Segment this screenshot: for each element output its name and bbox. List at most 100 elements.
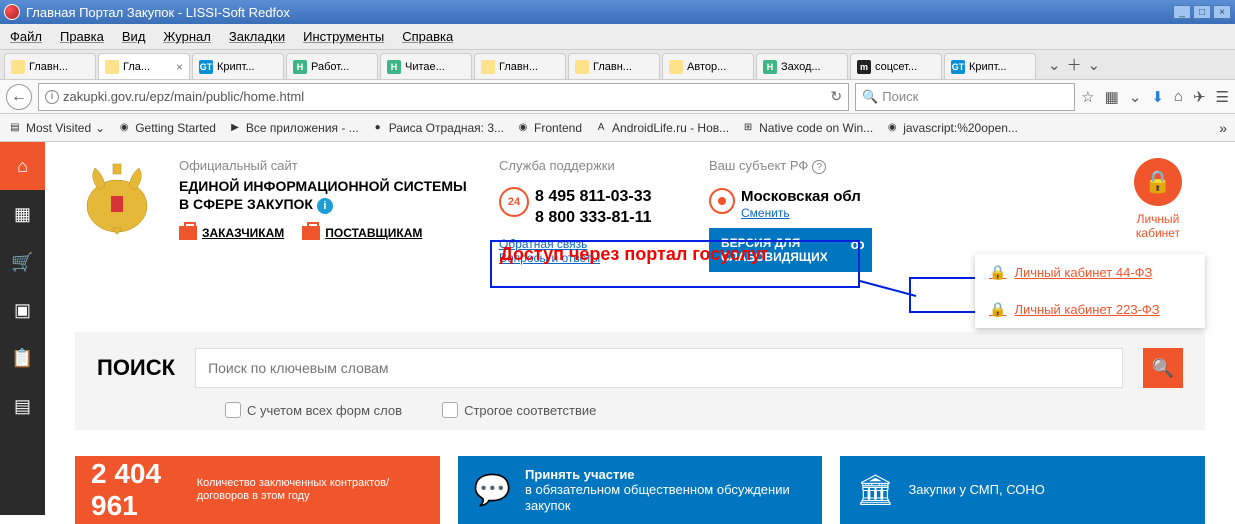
promo-contracts[interactable]: 2 404 961 Количество заключенных контрак…	[75, 456, 440, 524]
tab-list-dropdown-icon[interactable]: ⌄	[1048, 53, 1061, 79]
browser-tab[interactable]: HЗаход...	[756, 53, 848, 79]
lock-icon: 🔒	[989, 301, 1006, 318]
discussion-text: Принять участиев обязательном общественн…	[525, 467, 806, 514]
menu-edit[interactable]: Правка	[60, 29, 104, 44]
help-icon[interactable]: ?	[812, 160, 826, 174]
search-bar[interactable]: 🔍 Поиск	[855, 83, 1075, 111]
new-tab-button[interactable]: ＋	[1067, 53, 1082, 79]
browser-tab[interactable]: HЧитае...	[380, 53, 472, 79]
sidebar-cart[interactable]: 🛒	[0, 238, 45, 286]
checkbox-icon	[442, 402, 458, 418]
bookmark-item[interactable]: ◉Frontend	[516, 121, 582, 135]
sidebar-book[interactable]: ▣	[0, 286, 45, 334]
pocket-icon[interactable]: ⌄	[1129, 88, 1142, 106]
bookmark-item[interactable]: ▤Most Visited ⌄	[8, 121, 105, 135]
page-content: Официальный сайт ЕДИНОЙ ИНФОРМАЦИОННОЙ С…	[45, 142, 1235, 515]
tab-label: Заход...	[781, 61, 841, 73]
sidebar: ⌂ ▦ 🛒 ▣ 📋 ▤	[0, 142, 45, 515]
reload-icon[interactable]: ↻	[830, 88, 842, 105]
window-title: Главная Портал Закупок - LISSI-Soft Redf…	[26, 5, 1171, 20]
menu-view[interactable]: Вид	[122, 29, 146, 44]
favicon: GT	[951, 60, 965, 74]
info-icon[interactable]: i	[317, 198, 333, 214]
lock-icon: 🔒	[989, 264, 1006, 281]
region-change-link[interactable]: Сменить	[741, 206, 790, 220]
check-all-forms[interactable]: С учетом всех форм слов	[225, 402, 402, 418]
search-icon: 🔍	[862, 89, 878, 105]
hamburger-icon[interactable]: ☰	[1216, 88, 1229, 106]
browser-tab[interactable]: Автор...	[662, 53, 754, 79]
smp-text: Закупки у СМП, СОНО	[908, 482, 1044, 498]
browser-tab[interactable]: GTКрипт...	[192, 53, 284, 79]
search-input[interactable]	[195, 348, 1123, 388]
sidebar-doc[interactable]: ▤	[0, 382, 45, 430]
home-icon[interactable]: ⌂	[1174, 88, 1183, 105]
bookmark-item[interactable]: ▶Все приложения - ...	[228, 121, 359, 135]
promo-discussion[interactable]: 💬 Принять участиев обязательном обществе…	[458, 456, 823, 524]
check-exact[interactable]: Строгое соответствие	[442, 402, 596, 418]
search-button[interactable]: 🔍	[1143, 348, 1183, 388]
site-title: ЕДИНОЙ ИНФОРМАЦИОННОЙ СИСТЕМЫ В СФЕРЕ ЗА…	[179, 177, 479, 214]
tab-strip: Главн... Гла... × GT Крипт... HРабот...HЧита…	[0, 50, 1235, 80]
url-bar[interactable]: i zakupki.gov.ru/epz/main/public/home.ht…	[38, 83, 849, 111]
minimize-button[interactable]: _	[1173, 5, 1191, 19]
app-icon	[4, 4, 20, 20]
send-icon[interactable]: ✈	[1193, 88, 1206, 106]
grid-icon[interactable]: ☆	[1081, 88, 1094, 106]
tab-overflow-icon[interactable]: ⌄	[1088, 53, 1101, 79]
browser-tab[interactable]: HРабот...	[286, 53, 378, 79]
bookmark-label: Все приложения - ...	[246, 121, 359, 135]
menu-file[interactable]: Файл	[10, 29, 42, 44]
sidebar-home[interactable]: ⌂	[0, 142, 45, 190]
tab-label: Главн...	[499, 61, 559, 73]
tab-label: Крипт...	[969, 61, 1029, 73]
menu-tools[interactable]: Инструменты	[303, 29, 384, 44]
menu-history[interactable]: Журнал	[163, 29, 210, 44]
favicon: H	[293, 60, 307, 74]
browser-tab[interactable]: Главн...	[474, 53, 566, 79]
site-title-block: Официальный сайт ЕДИНОЙ ИНФОРМАЦИОННОЙ С…	[179, 158, 479, 240]
favicon: m	[857, 60, 871, 74]
favicon	[575, 60, 589, 74]
bookmark-item[interactable]: ◉Getting Started	[117, 121, 216, 135]
lk-223[interactable]: 🔒Личный кабинет 223-ФЗ	[975, 291, 1205, 328]
menu-help[interactable]: Справка	[402, 29, 453, 44]
lk-44[interactable]: 🔒Личный кабинет 44-ФЗ	[975, 254, 1205, 291]
sidebar-clipboard[interactable]: 📋	[0, 334, 45, 382]
maximize-button[interactable]: □	[1193, 5, 1211, 19]
menu-bookmarks[interactable]: Закладки	[229, 29, 285, 44]
promo-row: 2 404 961 Количество заключенных контрак…	[75, 456, 1205, 524]
sidebar-calendar[interactable]: ▦	[0, 190, 45, 238]
close-icon[interactable]: ×	[176, 60, 183, 74]
browser-tab[interactable]: GT Крипт...	[944, 53, 1036, 79]
promo-smp[interactable]: 🏛 Закупки у СМП, СОНО	[840, 456, 1205, 524]
bookmark-item[interactable]: ⊞Native code on Win...	[741, 121, 873, 135]
bookmarks-overflow-icon[interactable]: »	[1219, 120, 1227, 136]
close-button[interactable]: ×	[1213, 5, 1231, 19]
nav-bar: ← i zakupki.gov.ru/epz/main/public/home.…	[0, 80, 1235, 114]
region-label: Ваш субъект РФ?	[709, 158, 924, 174]
emblem-icon	[75, 158, 159, 248]
contracts-desc: Количество заключенных контрактов/ догов…	[197, 477, 424, 503]
browser-tab[interactable]: Главн...	[4, 53, 96, 79]
postavshikam-link[interactable]: ПОСТАВЩИКАМ	[302, 226, 422, 240]
browser-tab[interactable]: mсоцсет...	[850, 53, 942, 79]
favicon	[105, 60, 119, 74]
zakazchikam-link[interactable]: ЗАКАЗЧИКАМ	[179, 226, 284, 240]
columns-icon: 🏛	[856, 473, 894, 508]
briefcase-icon	[302, 226, 320, 240]
page-viewport: ⌂ ▦ 🛒 ▣ 📋 ▤ Официальный сайт ЕДИНОЙ ИНФО…	[0, 142, 1235, 515]
site-info-icon[interactable]: i	[45, 90, 59, 104]
lk-button[interactable]: 🔒 Личный кабинет	[1111, 158, 1205, 240]
tab-label: Гла...	[123, 61, 170, 73]
24h-icon: 24	[499, 187, 529, 217]
bookmark-item[interactable]: ◉javascript:%20open...	[885, 121, 1018, 135]
bookmark-item[interactable]: ●Раиса Отрадная: 3...	[371, 121, 504, 135]
bookmark-item[interactable]: AAndroidLife.ru - Нов...	[594, 121, 729, 135]
downloads-icon[interactable]: ⬇	[1151, 88, 1164, 106]
apps-icon[interactable]: ▦	[1105, 88, 1119, 106]
browser-tab[interactable]: Главн...	[568, 53, 660, 79]
back-button[interactable]: ←	[6, 84, 32, 110]
browser-tab[interactable]: Гла... ×	[98, 53, 190, 79]
checkbox-icon	[225, 402, 241, 418]
